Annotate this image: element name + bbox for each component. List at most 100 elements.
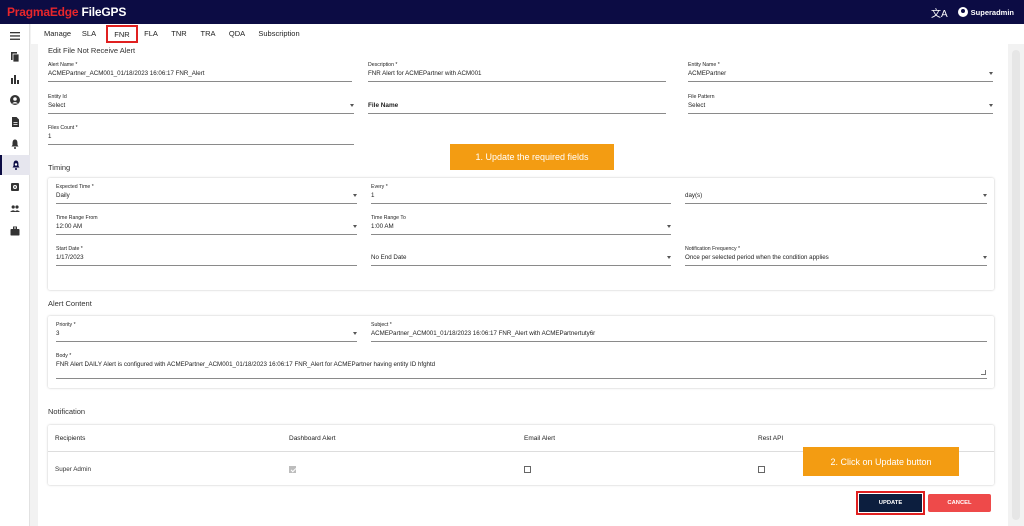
time-range-from-label: Time Range From [56,215,98,221]
people-icon[interactable] [0,199,30,219]
header-recipients: Recipients [55,435,86,442]
priority-select[interactable]: Priority * 3 [56,322,357,342]
expected-time-value: Daily [56,192,70,199]
start-date-label: Start Date * [56,246,83,252]
every-field[interactable]: Every * 1 [371,184,671,204]
notification-frequency-select[interactable]: Notification Frequency * Once per select… [685,246,987,266]
files-icon[interactable] [0,47,30,67]
notification-title: Notification [48,407,86,416]
entity-id-select[interactable]: Entity Id Select [48,94,354,114]
chevron-down-icon [667,225,671,228]
brand-logo: PragmaEdge FileGPS [7,5,126,19]
gear-icon[interactable] [0,177,30,197]
time-range-to-label: Time Range To [371,215,406,221]
chevron-down-icon [353,332,357,335]
chevron-down-icon [989,72,993,75]
user-menu[interactable]: Superadmin [957,7,1014,17]
every-unit-select[interactable]: day(s) [685,184,987,204]
subject-label: Subject * [371,322,392,328]
end-date-value: No End Date [371,254,407,261]
bar-chart-icon[interactable] [0,69,30,89]
brand-product: FileGPS [78,5,127,19]
page-scrollbar[interactable] [1012,50,1020,520]
briefcase-icon[interactable] [0,221,30,241]
time-range-from-select[interactable]: Time Range From 12:00 AM [56,215,357,235]
tab-qda[interactable]: QDA [228,24,246,44]
body-label: Body * [56,353,72,359]
brand-name: PragmaEdge [7,5,79,19]
update-button[interactable]: UPDATE [856,491,925,515]
callout-update-fields: 1. Update the required fields [450,144,614,170]
alert-name-field[interactable]: Alert Name * ACMEPartner_ACM001_01/18/20… [48,62,352,82]
priority-value: 3 [56,330,60,337]
description-value: FNR Alert for ACMEPartner with ACM001 [368,70,482,77]
files-count-label: Files Count * [48,125,78,131]
tab-tra[interactable]: TRA [200,24,216,44]
header-dashboard-alert: Dashboard Alert [289,435,336,442]
time-range-to-value: 1:00 AM [371,223,394,230]
top-bar: PragmaEdge FileGPS 文A Superadmin [0,0,1024,24]
tab-fla[interactable]: FLA [143,24,159,44]
tab-tnr[interactable]: TNR [171,24,187,44]
tab-fnr[interactable]: FNR [106,25,138,43]
email-alert-checkbox[interactable] [524,466,531,473]
tab-sla[interactable]: SLA [81,24,97,44]
chevron-down-icon [983,194,987,197]
tab-manage[interactable]: Manage [44,24,71,44]
chevron-down-icon [350,104,354,107]
chevron-down-icon [667,256,671,259]
file-pattern-value: Select [688,102,706,109]
menu-icon[interactable] [0,26,30,46]
resize-handle[interactable] [981,370,986,375]
files-count-field[interactable]: Files Count * 1 [48,125,354,145]
entity-id-label: Entity Id [48,94,67,100]
form-title: Edit File Not Receive Alert [48,46,136,55]
alert-settings-icon[interactable] [0,155,30,175]
expected-time-select[interactable]: Expected Time * Daily [56,184,357,204]
file-pattern-select[interactable]: File Pattern Select [688,94,993,114]
bell-icon[interactable] [0,134,30,154]
timing-title: Timing [48,163,71,172]
entity-name-label: Entity Name * [688,62,720,68]
chevron-down-icon [989,104,993,107]
start-date-field[interactable]: Start Date * 1/17/2023 [56,246,357,266]
subject-field[interactable]: Subject * ACMEPartner_ACM001_01/18/2023 … [371,322,987,342]
notification-frequency-value: Once per selected period when the condit… [685,254,829,261]
dashboard-alert-checkbox[interactable] [289,466,296,473]
start-date-value: 1/17/2023 [56,254,84,261]
file-name-field[interactable]: File Name [368,94,666,114]
file-pattern-label: File Pattern [688,94,715,100]
end-date-select[interactable]: No End Date [371,246,671,266]
files-count-value: 1 [48,133,52,140]
chevron-down-icon [983,256,987,259]
entity-name-select[interactable]: Entity Name * ACMEPartner [688,62,993,82]
chevron-down-icon [353,194,357,197]
account-icon[interactable] [0,90,30,110]
description-field[interactable]: Description * FNR Alert for ACMEPartner … [368,62,666,82]
every-label: Every * [371,184,388,190]
entity-id-value: Select [48,102,66,109]
document-icon[interactable] [0,112,30,132]
header-rest-api: Rest API [758,435,784,442]
cancel-button[interactable]: CANCEL [928,494,991,512]
rest-api-checkbox[interactable] [758,466,765,473]
every-unit-value: day(s) [685,192,703,199]
time-range-to-select[interactable]: Time Range To 1:00 AM [371,215,671,235]
header-email-alert: Email Alert [524,435,556,442]
body-value: FNR Alert DAILY Alert is configured with… [56,361,436,368]
body-textarea[interactable]: Body * FNR Alert DAILY Alert is configur… [56,353,987,379]
callout-click-update: 2. Click on Update button [803,447,959,476]
tab-subscription[interactable]: Subscription [258,24,300,44]
alert-content-title: Alert Content [48,299,92,308]
every-value: 1 [371,192,375,199]
translate-icon[interactable]: 文A [931,5,948,20]
notification-frequency-label: Notification Frequency * [685,246,741,252]
time-range-from-value: 12:00 AM [56,223,83,230]
module-tabs: Manage SLA FNR FLA TNR TRA QDA Subscript… [31,24,1024,44]
user-name: Superadmin [970,7,1014,17]
description-label: Description * [368,62,398,68]
sidebar [0,24,30,526]
account-circle-icon [957,7,968,17]
alert-content-card: Priority * 3 Subject * ACMEPartner_ACM00… [48,316,994,388]
chevron-down-icon [353,225,357,228]
